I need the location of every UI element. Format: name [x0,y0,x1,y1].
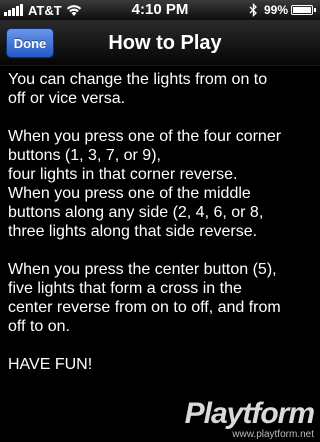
text-line: off to on. [8,318,70,335]
text-line: When you press one of the middle [8,185,251,202]
status-bar: AT&T 4:10 PM 99% [0,0,320,20]
battery-fill [293,7,311,13]
text-line: four lights in that corner reverse. [8,166,238,183]
paragraph: HAVE FUN! [8,355,316,374]
status-right: 99% [249,2,316,18]
battery-percent: 99% [263,3,288,17]
text-line: three lights along that side reverse. [8,223,258,240]
navigation-bar: Done How to Play [0,20,320,66]
text-line: You can change the lights from on to [8,71,268,88]
text-line: center reverse from on to off, and from [8,299,281,316]
text-line: five lights that form a cross in the [8,280,242,297]
done-button[interactable]: Done [6,28,54,58]
text-line: HAVE FUN! [8,356,93,373]
paragraph: When you press the center button (5), fi… [8,260,316,336]
watermark-url: www.playtform.net [232,429,314,440]
text-line: off or vice versa. [8,90,126,107]
paragraph: When you press one of the four corner bu… [8,127,316,241]
text-line: When you press one of the four corner [8,128,282,145]
text-line: buttons (1, 3, 7, or 9), [8,147,161,164]
instructions-text: You can change the lights from on to off… [8,70,316,374]
watermark: Playtform www.playtform.net [184,397,315,441]
battery-icon [291,5,313,15]
text-line: When you press the center button (5), [8,261,277,278]
page-title: How to Play [108,32,222,54]
bluetooth-icon [249,3,257,17]
watermark-logo: Playtform [184,397,315,430]
battery-tip [314,8,316,12]
text-line: buttons along any side (2, 4, 6, or 8, [8,204,264,221]
paragraph: You can change the lights from on to off… [8,70,316,108]
